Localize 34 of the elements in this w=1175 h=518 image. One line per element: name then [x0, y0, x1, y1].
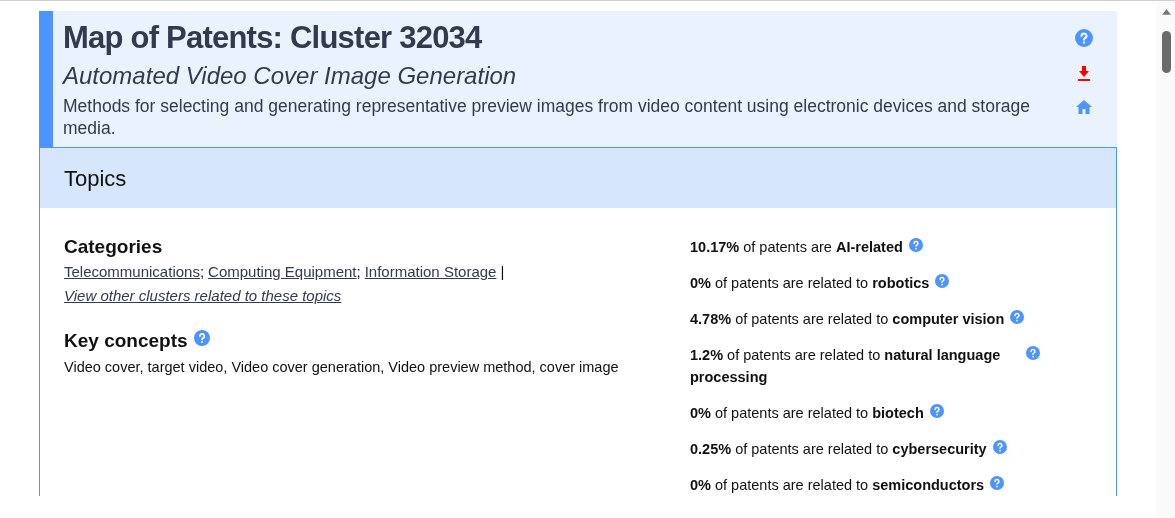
- separator: |: [500, 263, 505, 280]
- help-icon[interactable]: [990, 476, 1005, 490]
- category-link[interactable]: Information Storage: [364, 263, 497, 280]
- related-clusters-link[interactable]: View other clusters related to these topics: [64, 284, 342, 308]
- scroll-up-icon[interactable]: [1161, 9, 1171, 15]
- stat-text: 0% of patents are related to robotics: [690, 274, 930, 293]
- help-icon[interactable]: [1026, 346, 1040, 360]
- help-icon[interactable]: [1075, 29, 1093, 47]
- stat-text: 4.78% of patents are related to computer vision: [690, 310, 1005, 329]
- stat-text: 0.25% of patents are related to cybersecurity: [690, 440, 987, 459]
- section-header: Topics: [40, 148, 1116, 208]
- help-icon[interactable]: [929, 404, 944, 418]
- stat-text: 10.17% of patents are AI-related: [690, 238, 903, 257]
- category-link[interactable]: Telecommunications: [64, 263, 200, 280]
- scrollbar-thumb[interactable]: [1161, 31, 1171, 73]
- help-icon[interactable]: [935, 274, 950, 288]
- separator: ;: [199, 263, 205, 280]
- stat-text: 1.2% of patents are related to natural language processing: [690, 346, 1002, 387]
- help-icon[interactable]: [908, 238, 923, 252]
- download-icon[interactable]: [1076, 65, 1092, 81]
- help-icon[interactable]: [193, 330, 210, 346]
- separator: ;: [356, 263, 361, 280]
- key-concepts-heading: Key concepts: [64, 329, 188, 353]
- categories-heading: Categories: [64, 235, 164, 259]
- page-title: Map of Patents: Cluster 32034: [63, 19, 483, 57]
- page-subtitle: Automated Video Cover Image Generation: [63, 61, 518, 91]
- page-description: Methods for selecting and generating representative preview images from video content using electronic devices and storage media.: [63, 95, 1031, 139]
- stat-text: 0% of patents are related to semiconductors: [690, 476, 985, 495]
- stat-text: 0% of patents are related to biotech: [690, 404, 924, 423]
- category-link[interactable]: Computing Equipment: [208, 263, 357, 280]
- key-concepts-text: Video cover, target video, Video cover generation, Video preview method, cover image: [64, 358, 620, 377]
- help-icon[interactable]: [992, 440, 1007, 454]
- help-icon[interactable]: [1010, 310, 1025, 324]
- home-icon[interactable]: [1076, 99, 1092, 115]
